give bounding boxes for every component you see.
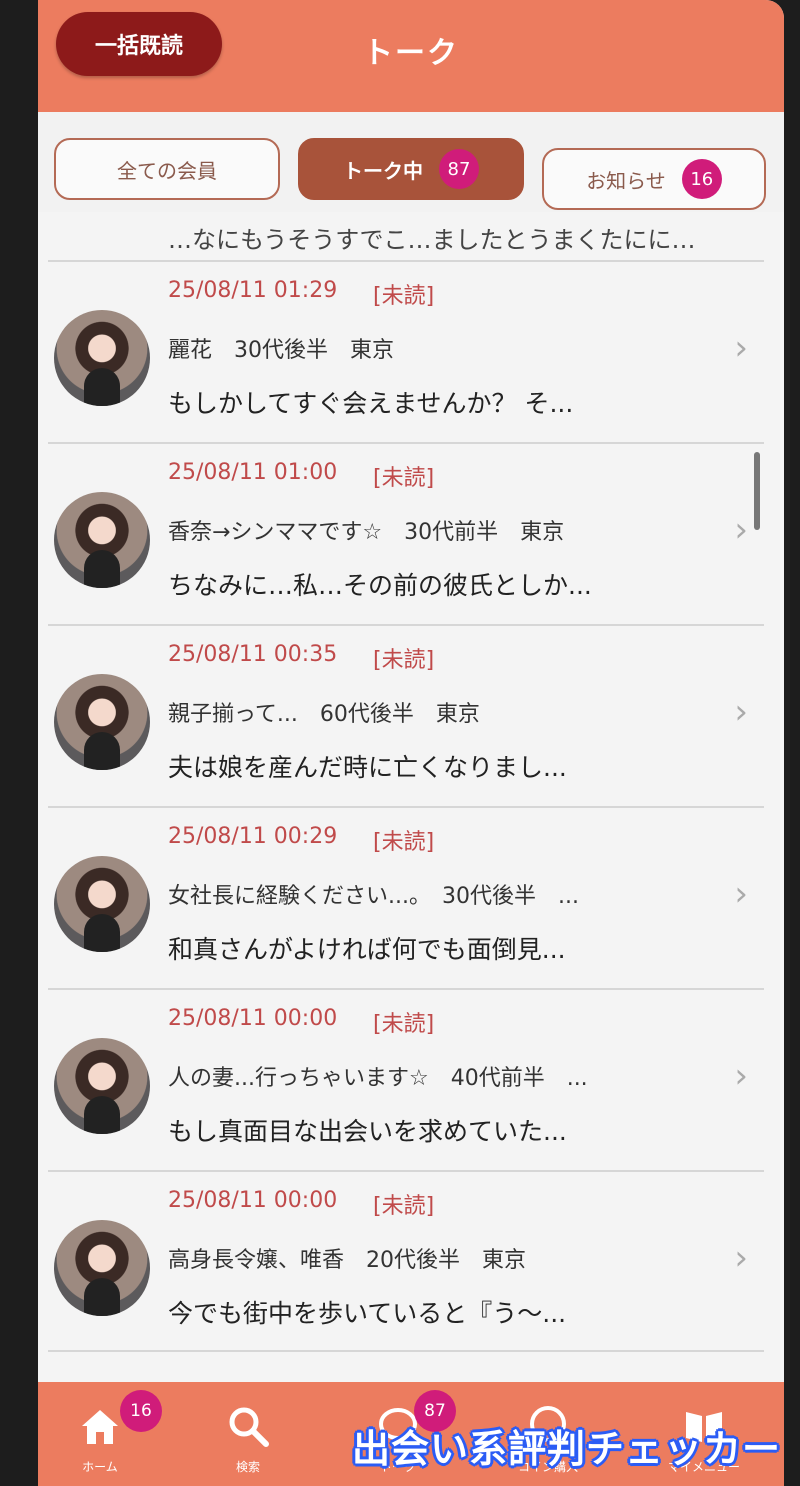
watermark-text: 出会い系評判チェッカー [352,1427,782,1471]
tab-label: トーク中 [343,158,423,183]
unread-status: [未読] [373,284,435,309]
avatar [54,492,150,588]
chevron-right-icon: › [734,874,748,914]
unread-status: [未読] [373,830,435,855]
list-scrollbar[interactable] [754,452,760,530]
message-preview: ちなみに…私…その前の彼氏としか... [168,571,592,600]
list-item[interactable]: 25/08/11 00:00 [未読] 高身長令嬢、唯香 20代後半 東京 今で… [48,1170,764,1352]
chevron-right-icon: › [734,692,748,732]
tab-label: お知らせ [586,168,666,193]
message-preview: もしかしてすぐ会えませんか？ そ... [168,389,574,418]
search-icon [229,1407,269,1447]
list-item[interactable]: 25/08/11 01:00 [未読] 香奈→シンママです☆ 30代前半 東京 … [48,442,764,622]
message-preview: 夫は娘を産んだ時に亡くなりまし... [168,753,567,782]
conversation-list[interactable]: …なにもうそうすでこ…ましたとうまくたにに… 25/08/11 01:29 [未… [38,212,784,1382]
message-time: 25/08/11 00:29 [168,824,338,849]
tab-notifications[interactable]: お知らせ 16 [542,148,766,210]
list-item[interactable]: 25/08/11 00:29 [未読] 女社長に経験ください...。 30代後半… [48,806,764,986]
nav-label: 検索 [235,1460,260,1474]
message-time: 25/08/11 01:29 [168,278,338,303]
sender-profile: 女社長に経験ください...。 30代後半 ... [168,884,579,909]
home-count-badge: 16 [120,1390,162,1432]
avatar [54,1038,150,1134]
sender-profile: 高身長令嬢、唯香 20代後半 東京 [168,1248,526,1273]
tab-all-members[interactable]: 全ての会員 [54,138,280,200]
nav-search[interactable]: 検索 [188,1382,308,1486]
message-preview: 今でも街中を歩いていると『う〜... [168,1299,567,1328]
previous-message-snippet: …なにもうそうすでこ…ましたとうまくたにに… [168,226,696,254]
tab-talking[interactable]: トーク中 87 [298,138,524,200]
unread-status: [未読] [373,1012,435,1037]
app-screen: 一括既読 トーク 全ての会員 トーク中 87 お知らせ 16 …なにもうそうすで… [38,0,784,1486]
sender-profile: 麗花 30代後半 東京 [168,338,394,363]
home-icon [82,1410,118,1444]
sender-profile: 親子揃って... 60代後半 東京 [168,702,480,727]
list-item[interactable]: 25/08/11 00:35 [未読] 親子揃って... 60代後半 東京 夫は… [48,624,764,804]
notification-count-badge: 16 [681,159,722,199]
header-bar: 一括既読 トーク [38,0,784,112]
sender-profile: 香奈→シンママです☆ 30代前半 東京 [168,520,565,545]
avatar [54,1220,150,1316]
list-item[interactable]: 25/08/11 01:29 [未読] 麗花 30代後半 東京 もしかしてすぐ会… [48,260,764,440]
avatar [54,674,150,770]
message-preview: 和真さんがよければ何でも面倒見... [168,935,566,964]
chevron-right-icon: › [734,510,748,550]
chevron-right-icon: › [734,1238,748,1278]
unread-status: [未読] [373,1194,435,1219]
list-item[interactable]: 25/08/11 00:00 [未読] 人の妻...行っちゃいます☆ 40代前半… [48,988,764,1168]
chevron-right-icon: › [734,328,748,368]
nav-home[interactable]: 16 ホーム [40,1382,162,1486]
nav-label: ホーム [82,1460,118,1474]
avatar [54,856,150,952]
message-time: 25/08/11 00:00 [168,1188,338,1213]
unread-status: [未読] [373,466,435,491]
message-time: 25/08/11 00:00 [168,1006,338,1031]
message-preview: もし真面目な出会いを求めていた... [168,1117,567,1146]
chevron-right-icon: › [734,1056,748,1096]
message-time: 25/08/11 00:35 [168,642,338,667]
avatar [54,310,150,406]
page-title: トーク [363,36,459,71]
unread-status: [未読] [373,648,435,673]
message-time: 25/08/11 01:00 [168,460,338,485]
tab-label: 全ての会員 [117,158,217,183]
talking-count-badge: 87 [439,149,479,189]
tab-bar: 全ての会員 トーク中 87 お知らせ 16 [38,112,784,212]
sender-profile: 人の妻...行っちゃいます☆ 40代前半 ... [168,1066,588,1091]
